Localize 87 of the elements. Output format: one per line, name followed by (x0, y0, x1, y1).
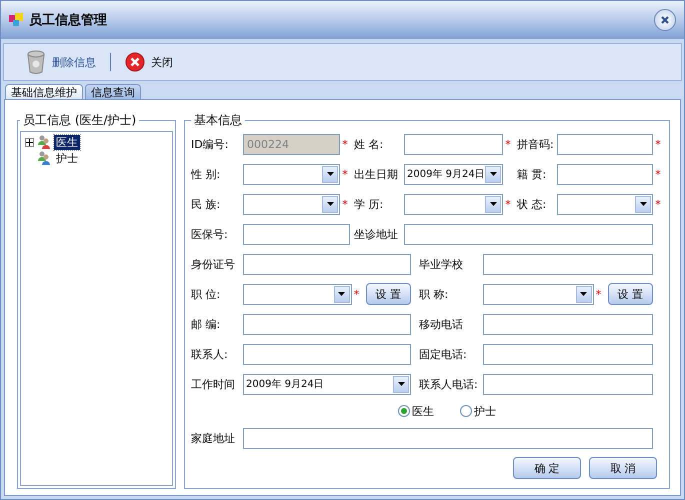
tab[interactable]: 基础信息维护 (5, 84, 83, 99)
toolbar-button[interactable]: 关闭 (121, 52, 177, 72)
field-label: 民 族: (191, 196, 222, 212)
field-label: 医保号: (191, 226, 229, 242)
tree-item[interactable]: 护士 (54, 150, 80, 166)
dropdown-arrow-icon (338, 292, 345, 296)
expand-icon[interactable] (25, 138, 34, 146)
dropdown-field[interactable] (483, 284, 594, 304)
radio-button[interactable] (398, 405, 410, 417)
date-picker[interactable]: 2009年 9月24日 (243, 374, 411, 394)
input-field[interactable] (404, 224, 653, 244)
input-field[interactable] (243, 428, 653, 448)
input-field[interactable] (243, 314, 411, 334)
field-label: 出生日期 (353, 166, 399, 182)
input-field[interactable] (243, 254, 411, 274)
dropdown-arrow-icon (640, 202, 646, 206)
field-label: 坐诊地址 (353, 226, 399, 242)
field-label: 职 位: (191, 286, 222, 302)
field-label: 拼音码: (516, 136, 555, 152)
app-logo-icon (9, 13, 23, 27)
settings-button[interactable]: 设 置 (366, 283, 411, 305)
dialog-button[interactable]: 确 定 (513, 457, 581, 479)
field-label: ID编号: (191, 136, 230, 152)
group-title: 员工信息 (医生/护士) (22, 112, 138, 129)
required-mark: * (654, 138, 662, 150)
input-field[interactable] (404, 134, 503, 154)
settings-button[interactable]: 设 置 (608, 283, 653, 305)
required-mark: * (654, 168, 662, 180)
field-label: 学 历: (353, 196, 384, 212)
dropdown-field[interactable] (243, 284, 352, 304)
dropdown-arrow-icon (398, 382, 404, 386)
required-mark: * (504, 198, 512, 210)
field-label: 联系人电话: (418, 376, 479, 392)
dropdown-field[interactable] (404, 194, 503, 214)
group-title: 基本信息 (193, 112, 243, 129)
trash-can-icon (26, 50, 46, 74)
required-mark: * (594, 288, 602, 300)
dropdown-arrow-icon (326, 172, 334, 176)
selected-dot-icon (401, 408, 407, 414)
field-label: 身份证号 (191, 256, 236, 272)
field-label: 性 别: (191, 166, 222, 182)
close-button[interactable] (654, 9, 676, 31)
dropdown-field[interactable] (243, 194, 340, 214)
field-label: 籍 贯: (516, 166, 548, 182)
dialog-button[interactable]: 取 消 (589, 457, 657, 479)
field-label: 邮 编: (191, 316, 222, 332)
required-mark: * (352, 288, 360, 300)
required-mark: * (341, 168, 349, 180)
required-mark: * (504, 138, 512, 150)
input-field[interactable] (557, 164, 653, 184)
input-field[interactable] (483, 314, 653, 334)
input-field[interactable] (243, 344, 411, 364)
dropdown-arrow-icon (326, 202, 334, 206)
input-field[interactable] (557, 134, 653, 154)
field-label: 状 态: (516, 196, 548, 212)
people-icon (37, 151, 51, 165)
tab[interactable]: 信息查询 (85, 84, 141, 99)
field-label: 姓 名: (353, 136, 384, 152)
field-label: 移动电话 (418, 316, 464, 332)
tree-item[interactable]: 医生 (54, 134, 80, 150)
input-field[interactable] (483, 254, 653, 274)
field-label: 联系人: (191, 346, 229, 362)
dropdown-field[interactable] (243, 164, 340, 184)
field-label: 工作时间 (191, 376, 236, 392)
dropdown-arrow-icon (580, 292, 587, 296)
radio-button[interactable] (460, 405, 472, 417)
dropdown-field[interactable] (557, 194, 653, 214)
dropdown-arrow-icon (490, 202, 496, 206)
required-mark: * (654, 198, 662, 210)
close-icon (660, 15, 670, 25)
input-field[interactable] (243, 224, 350, 244)
radio-option[interactable]: 护士 (460, 404, 496, 418)
input-field[interactable] (483, 344, 653, 364)
close-icon (125, 52, 145, 72)
field-label: 毕业学校 (418, 256, 464, 272)
required-mark: * (341, 198, 349, 210)
radio-option[interactable]: 医生 (398, 404, 434, 418)
required-mark: * (341, 138, 349, 150)
input-field[interactable] (483, 374, 653, 394)
date-picker[interactable]: 2009年 9月24日 (404, 164, 503, 184)
field-label: 家庭地址 (191, 430, 236, 446)
dropdown-arrow-icon (490, 172, 496, 176)
field-label: 固定电话: (418, 346, 468, 362)
toolbar-button[interactable]: 删除信息 (22, 50, 100, 74)
people-icon (37, 135, 51, 149)
field-label: 职 称: (418, 286, 450, 302)
window-title: 员工信息管理 (29, 12, 108, 29)
